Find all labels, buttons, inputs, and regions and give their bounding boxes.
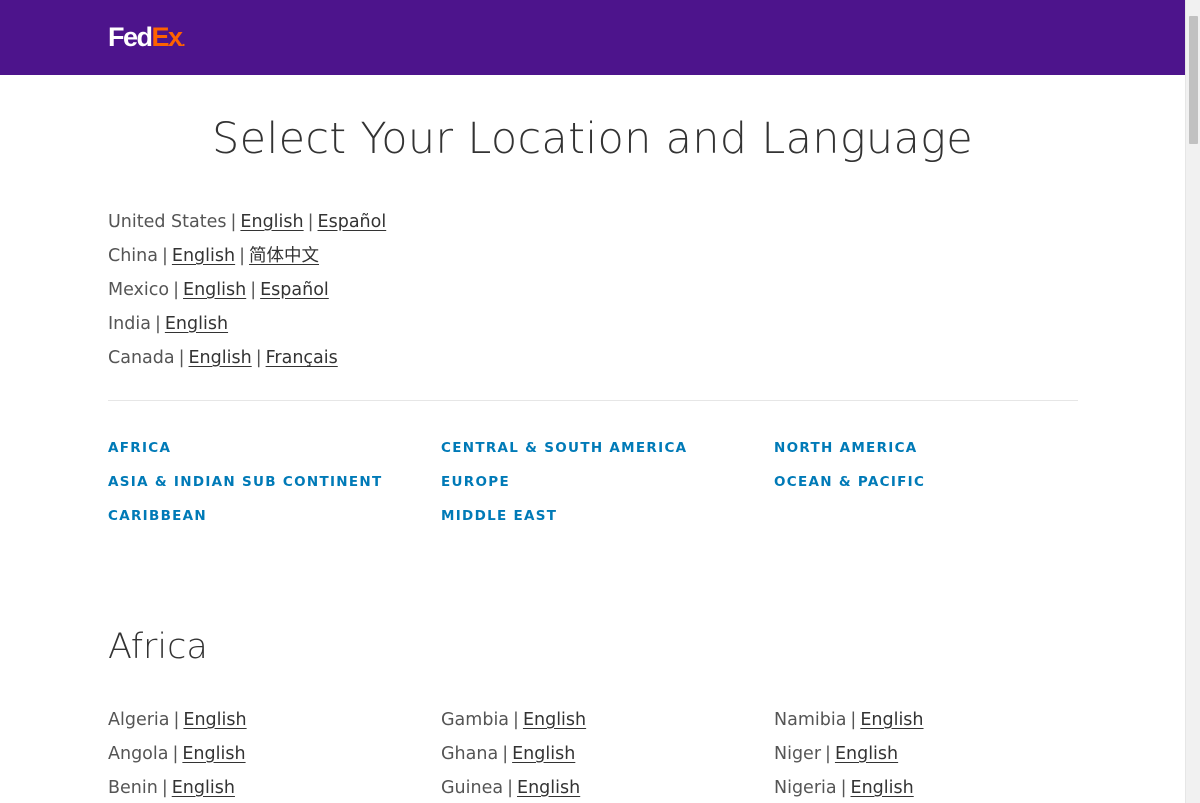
region-link-caribbean[interactable]: CARIBBEAN <box>108 507 207 525</box>
separator: | <box>250 280 257 300</box>
section-title-africa: Africa <box>108 627 208 667</box>
separator: | <box>513 710 519 730</box>
separator: | <box>230 212 237 232</box>
country-name: Algeria <box>108 710 170 730</box>
language-link[interactable]: English <box>165 314 228 334</box>
country-name: Mexico <box>108 280 170 300</box>
country-name: Gambia <box>441 710 510 730</box>
language-link[interactable]: 简体中文 <box>249 246 319 266</box>
language-link[interactable]: English <box>172 246 235 266</box>
country-name: India <box>108 314 151 334</box>
language-link[interactable]: Español <box>318 212 387 232</box>
country-name: Angola <box>108 744 169 764</box>
language-link[interactable]: English <box>523 710 586 730</box>
separator: | <box>840 778 847 798</box>
language-link[interactable]: English <box>517 778 580 798</box>
vertical-scrollbar[interactable] <box>1185 0 1200 803</box>
separator: | <box>162 246 168 266</box>
country-row: Ghana | English <box>441 741 575 767</box>
separator: | <box>825 744 831 764</box>
separator: | <box>307 212 314 232</box>
country-name: Namibia <box>774 710 847 730</box>
separator: | <box>507 778 514 798</box>
country-row: Guinea | English <box>441 775 580 801</box>
region-link-europe[interactable]: EUROPE <box>441 473 510 491</box>
language-link[interactable]: English <box>512 744 575 764</box>
scrollbar-thumb[interactable] <box>1189 16 1198 144</box>
separator: | <box>154 314 161 334</box>
language-link[interactable]: English <box>182 744 245 764</box>
separator: | <box>172 744 179 764</box>
top-location-row: China | English | 简体中文 <box>108 243 319 269</box>
country-name: United States <box>108 212 227 232</box>
country-name: Niger <box>774 744 822 764</box>
logo-fed-text: Fed <box>108 22 153 52</box>
top-location-row: United States | English | Español <box>108 209 386 235</box>
separator: | <box>239 246 246 266</box>
country-row: Benin | English <box>108 775 235 801</box>
top-location-row: Mexico | English | Español <box>108 277 329 303</box>
country-row: Niger | English <box>774 741 898 767</box>
language-link[interactable]: English <box>240 212 303 232</box>
separator: | <box>173 710 180 730</box>
country-row: Nigeria | English <box>774 775 914 801</box>
country-name: Guinea <box>441 778 504 798</box>
country-row: Gambia | English <box>441 707 586 733</box>
country-name: Benin <box>108 778 158 798</box>
region-link-asia[interactable]: ASIA & INDIAN SUB CONTINENT <box>108 473 383 491</box>
separator: | <box>850 710 857 730</box>
region-link-africa[interactable]: AFRICA <box>108 439 171 457</box>
language-link[interactable]: English <box>189 348 252 368</box>
top-location-row: Canada | English | Français <box>108 345 338 371</box>
section-divider <box>108 400 1078 401</box>
region-link-central-south-america[interactable]: CENTRAL & SOUTH AMERICA <box>441 439 687 457</box>
separator: | <box>161 778 168 798</box>
country-name: Nigeria <box>774 778 837 798</box>
language-link[interactable]: Français <box>266 348 338 368</box>
separator: | <box>502 744 509 764</box>
country-row: Algeria | English <box>108 707 247 733</box>
language-link[interactable]: English <box>183 710 246 730</box>
top-location-row: India | English <box>108 311 228 337</box>
language-link[interactable]: English <box>860 710 923 730</box>
country-name: Canada <box>108 348 175 368</box>
region-link-north-america[interactable]: NORTH AMERICA <box>774 439 918 457</box>
logo-ex-text: Ex <box>151 22 184 52</box>
language-link[interactable]: English <box>172 778 235 798</box>
fedex-logo[interactable]: FedEx. <box>108 23 185 51</box>
page-title: Select Your Location and Language <box>211 114 973 164</box>
separator: | <box>173 280 180 300</box>
country-name: China <box>108 246 158 266</box>
language-link[interactable]: English <box>183 280 246 300</box>
region-link-ocean-pacific[interactable]: OCEAN & PACIFIC <box>774 473 925 491</box>
country-row: Namibia | English <box>774 707 924 733</box>
country-row: Angola | English <box>108 741 246 767</box>
country-name: Ghana <box>441 744 499 764</box>
site-header: FedEx. <box>0 0 1185 75</box>
language-link[interactable]: Español <box>260 280 329 300</box>
separator: | <box>255 348 262 368</box>
language-link[interactable]: English <box>851 778 914 798</box>
separator: | <box>178 348 185 368</box>
logo-dot: . <box>181 33 186 49</box>
language-link[interactable]: English <box>835 744 898 764</box>
region-link-middle-east[interactable]: MIDDLE EAST <box>441 507 557 525</box>
